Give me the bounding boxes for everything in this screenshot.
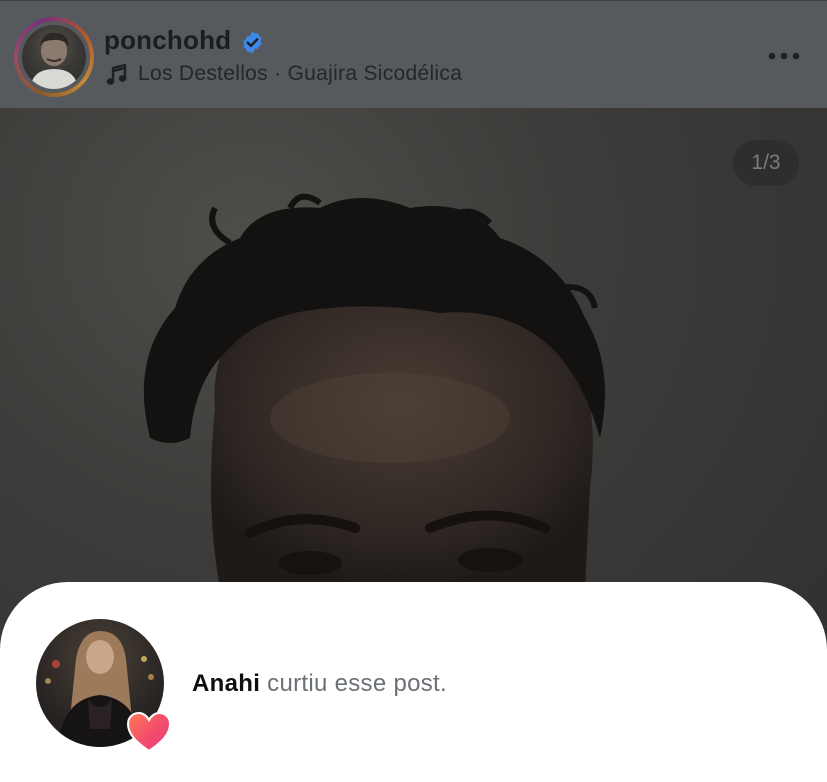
verified-badge-icon: [243, 31, 262, 54]
liker-name[interactable]: Anahi: [192, 670, 260, 697]
like-action-text: curtiu esse post.: [267, 670, 447, 697]
heart-icon: [126, 711, 172, 753]
person-silhouette-icon: [30, 32, 78, 89]
like-message: Anahi curtiu esse post.: [192, 670, 447, 698]
music-note-icon: [106, 63, 127, 85]
post-header: ponchohd Los Destellos · Guajira Sicodél…: [0, 0, 827, 108]
audio-track-link[interactable]: Los Destellos · Guajira Sicodélica: [138, 62, 462, 86]
more-options-icon[interactable]: [768, 51, 800, 61]
profile-photo: [22, 25, 86, 89]
slide-counter: 1/3: [733, 140, 799, 186]
profile-avatar[interactable]: [14, 17, 94, 97]
like-notification-card[interactable]: Anahi curtiu esse post.: [0, 582, 827, 782]
username[interactable]: ponchohd: [104, 25, 231, 56]
